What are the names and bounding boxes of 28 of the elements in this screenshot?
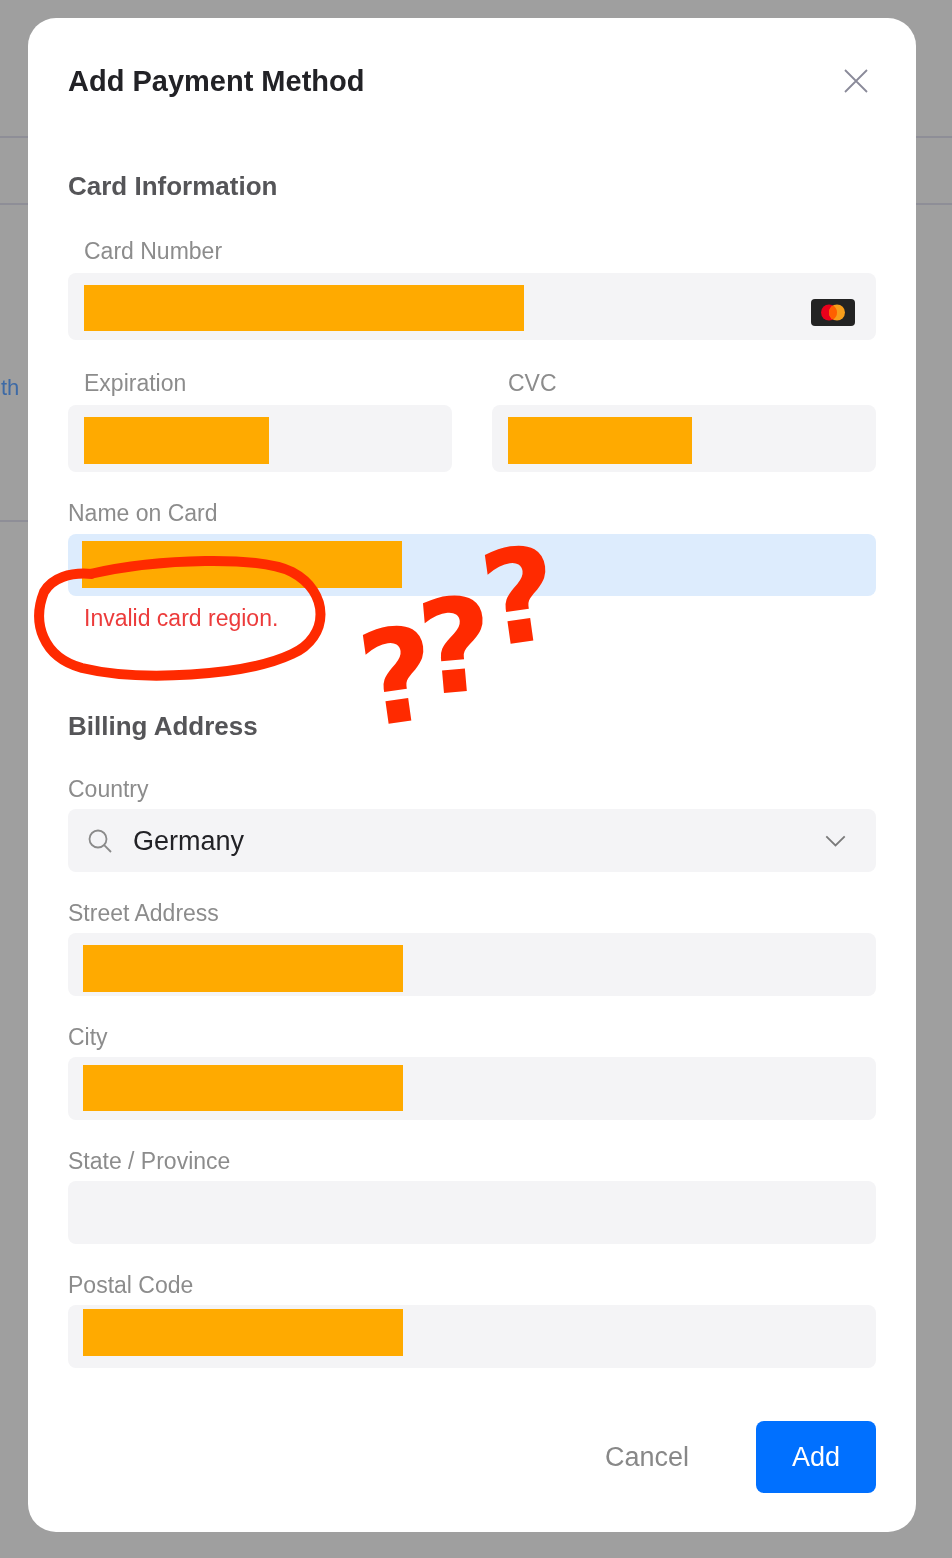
cancel-button[interactable]: Cancel [588, 1421, 705, 1493]
field-label: Name on Card [68, 500, 219, 526]
input-field[interactable] [492, 405, 876, 472]
input-field[interactable] [68, 1057, 876, 1120]
input-field[interactable] [68, 273, 876, 340]
country-select[interactable]: Germany [68, 809, 876, 872]
field-label: Expiration [83, 370, 188, 396]
field-label: Country [68, 776, 150, 802]
field-label: State / Province [68, 1148, 232, 1174]
input-field[interactable] [68, 1305, 876, 1368]
input-field[interactable] [68, 405, 452, 472]
section-heading: Card Information [68, 170, 279, 202]
input-field[interactable] [68, 933, 876, 996]
chevron-down-icon [825, 834, 846, 847]
background-link-text: th [1, 374, 20, 402]
dialog-title: Add Payment Method [68, 64, 365, 99]
close-button[interactable] [844, 69, 868, 93]
close-icon [844, 69, 868, 93]
field-label: City [68, 1024, 109, 1050]
search-icon [88, 828, 112, 853]
add-button[interactable]: Add [756, 1421, 876, 1493]
field-label: CVC [507, 370, 558, 396]
error-message: Invalid card region. [83, 605, 279, 631]
field-label: Card Number [83, 238, 224, 264]
card-brand-icon [811, 299, 855, 326]
field-label: Street Address [68, 900, 220, 926]
section-heading: Billing Address [68, 710, 259, 742]
field-label: Postal Code [68, 1272, 195, 1298]
